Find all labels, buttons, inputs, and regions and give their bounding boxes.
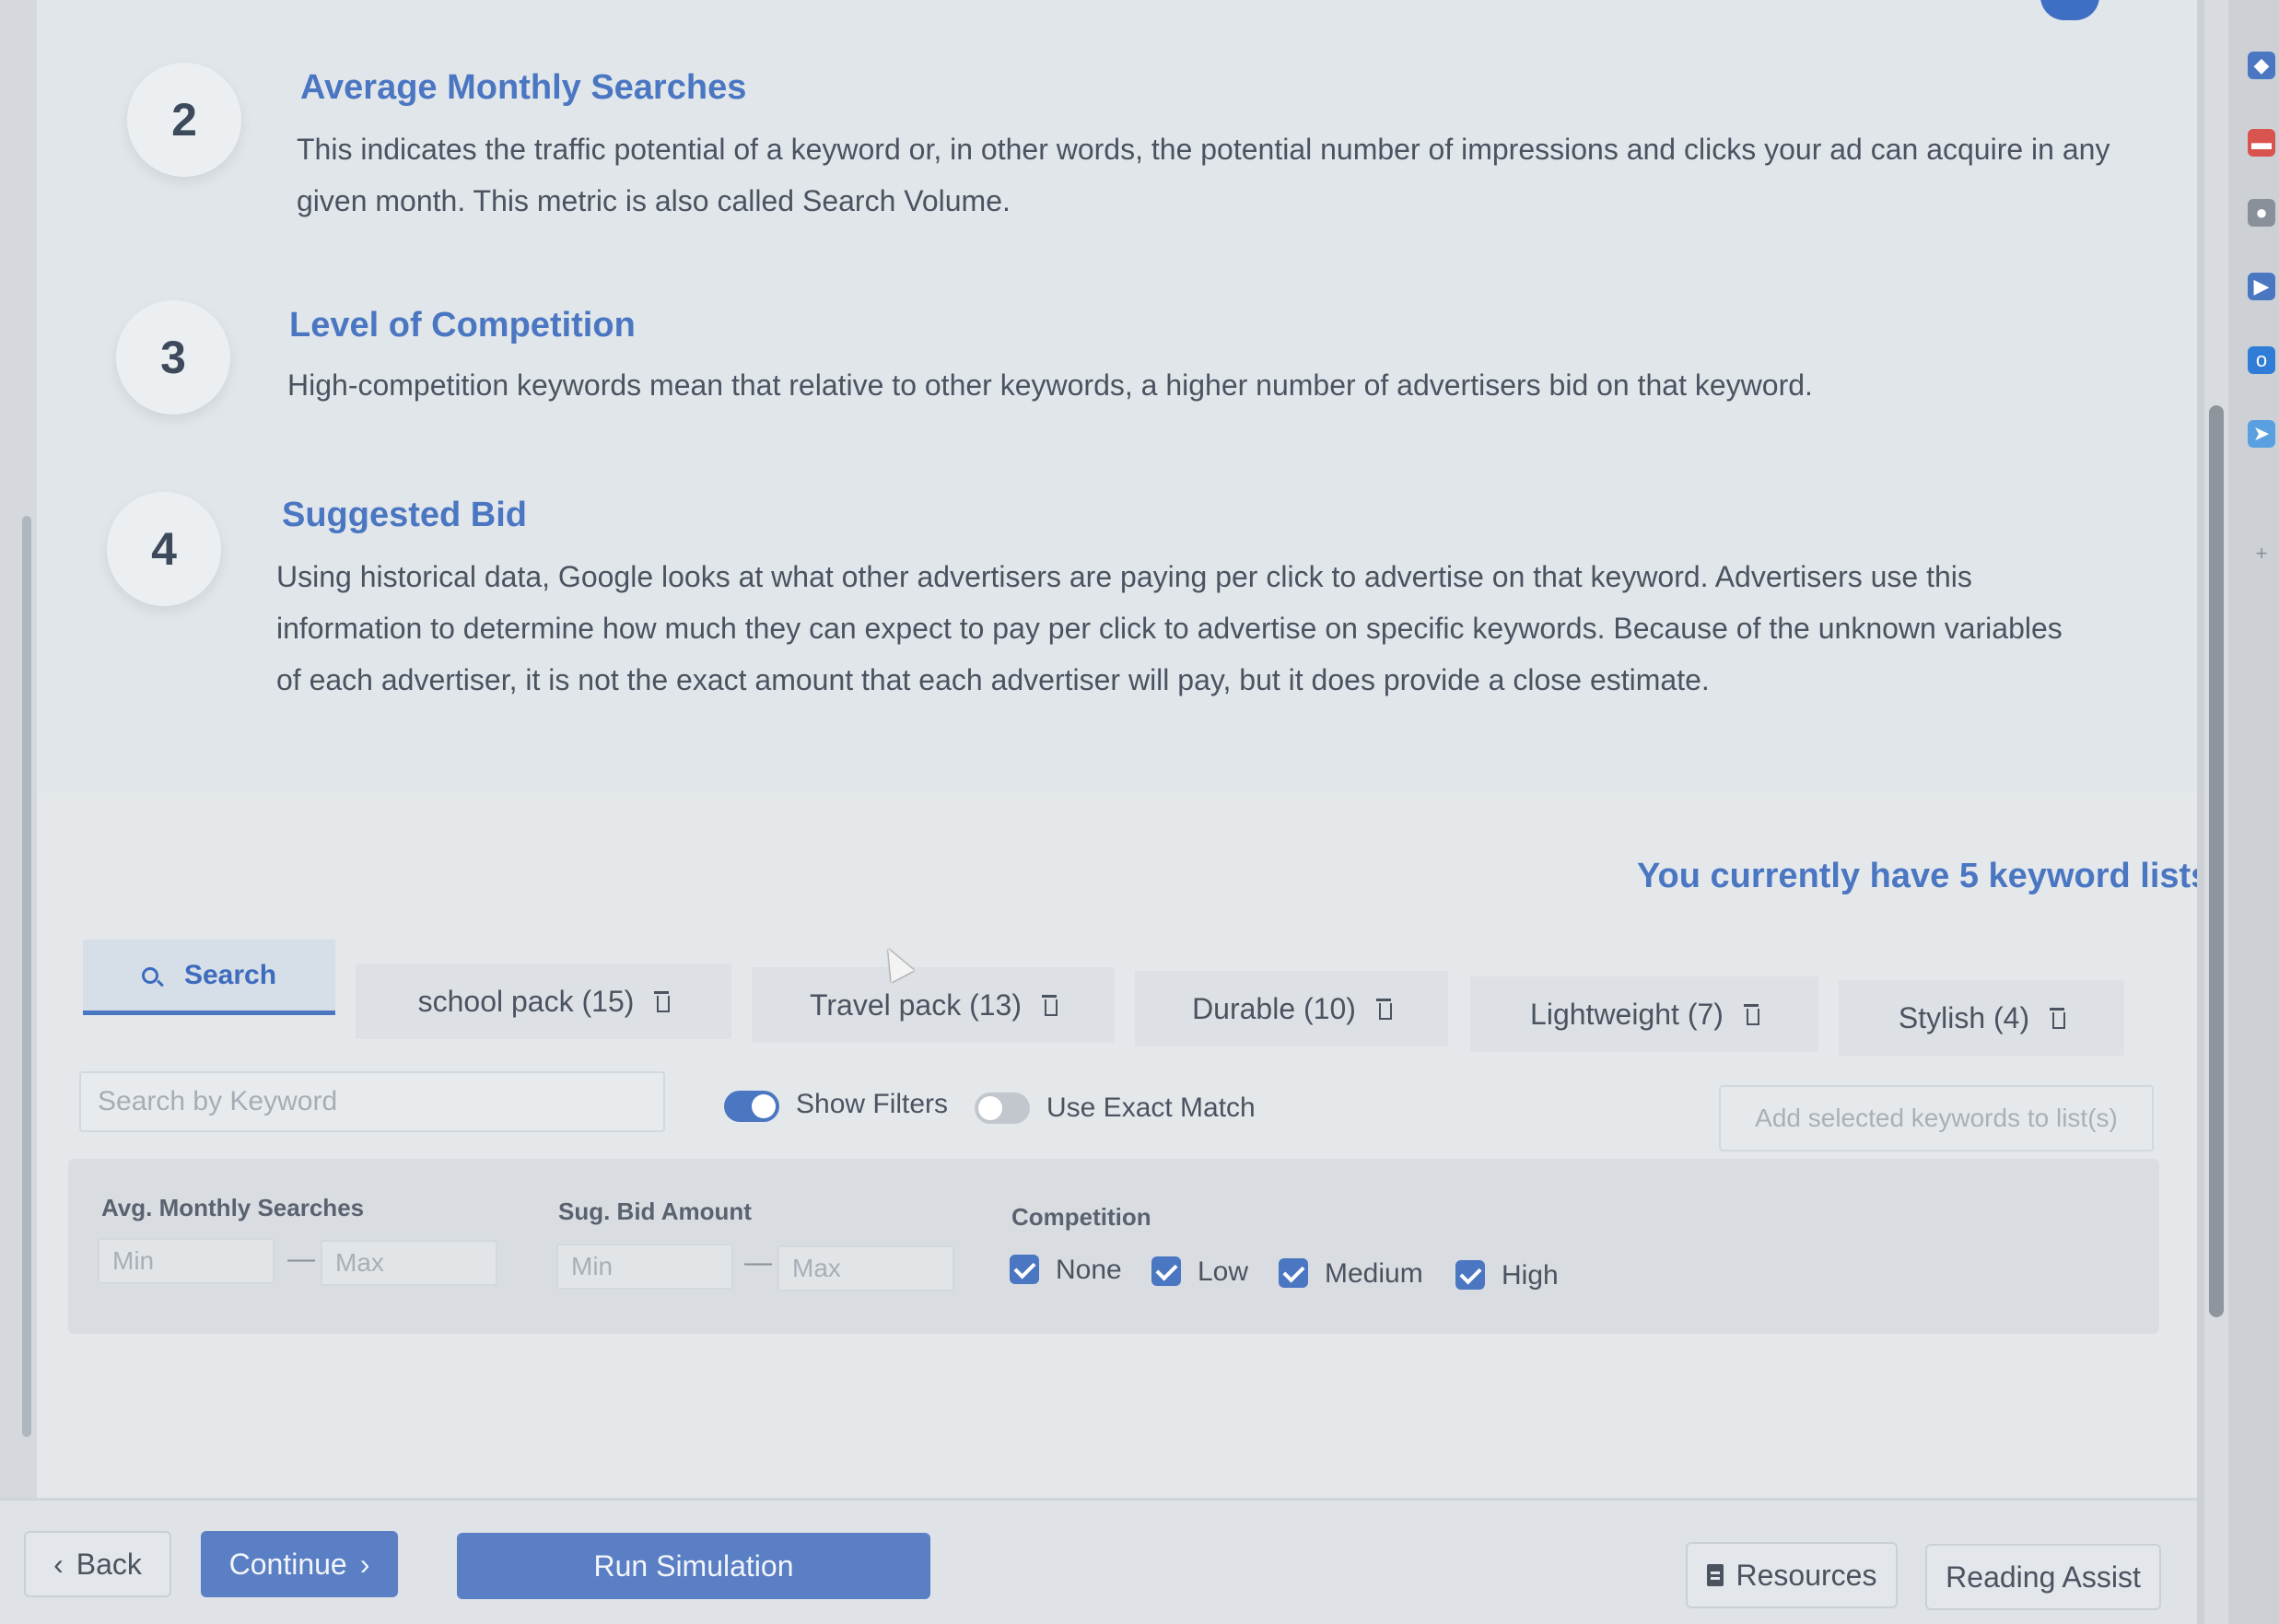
tab-label: Travel pack (13): [810, 987, 1022, 1022]
definition-line: information to determine how much they c…: [276, 612, 2063, 645]
competition-medium-checkbox[interactable]: [1279, 1258, 1308, 1288]
tab-lightweight[interactable]: Lightweight (7): [1470, 976, 1818, 1052]
extension-tag-icon[interactable]: ◆: [2248, 52, 2275, 79]
competition-low-checkbox[interactable]: [1151, 1256, 1181, 1286]
definition-body-suggested-bid: Using historical data, Google looks at w…: [276, 551, 2174, 706]
reading-assist-button[interactable]: Reading Assist: [1925, 1544, 2161, 1610]
extension-briefcase-icon[interactable]: ▬: [2248, 129, 2275, 157]
definition-line: This indicates the traffic potential of …: [297, 133, 2110, 166]
chevron-right-icon: ›: [359, 1547, 370, 1581]
tab-label: Search: [183, 959, 277, 990]
trash-icon[interactable]: [2050, 1008, 2066, 1029]
competition-filter-label: Competition: [1011, 1203, 1151, 1231]
competition-none-checkbox[interactable]: [1010, 1255, 1039, 1284]
extension-add-icon[interactable]: +: [2248, 540, 2275, 567]
competition-none-label: None: [1056, 1255, 1122, 1285]
resources-label: Resources: [1736, 1558, 1877, 1592]
definition-line: Using historical data, Google looks at w…: [276, 560, 1972, 593]
competition-medium-label: Medium: [1325, 1258, 1423, 1289]
run-simulation-label: Run Simulation: [593, 1548, 794, 1583]
keyword-search-input[interactable]: [79, 1071, 665, 1132]
exact-match-label: Use Exact Match: [1046, 1092, 1256, 1123]
run-simulation-button[interactable]: Run Simulation: [457, 1533, 930, 1599]
avg-searches-max-input[interactable]: [321, 1240, 497, 1286]
trash-icon[interactable]: [654, 991, 671, 1012]
step-number-4: 4: [107, 492, 221, 606]
tab-label: Stylish (4): [1898, 1000, 2030, 1034]
sug-bid-min-input[interactable]: [556, 1244, 733, 1290]
toggle-knob: [752, 1094, 776, 1118]
back-button[interactable]: ‹ Back: [24, 1531, 171, 1597]
resources-button[interactable]: Resources: [1686, 1542, 1898, 1608]
toggle-knob: [978, 1096, 1002, 1120]
competition-high-checkbox[interactable]: [1455, 1260, 1485, 1290]
tab-school-pack[interactable]: school pack (15): [356, 964, 731, 1039]
document-icon: [1706, 1564, 1724, 1586]
definition-line: of each advertiser, it is not the exact …: [276, 663, 1710, 696]
add-to-lists-button[interactable]: Add selected keywords to list(s): [1719, 1085, 2154, 1151]
definition-title-competition: Level of Competition: [289, 306, 636, 345]
definition-line: given month. This metric is also called …: [297, 184, 1011, 217]
definition-title-suggested-bid: Suggested Bid: [282, 496, 528, 534]
trash-icon[interactable]: [1743, 1004, 1759, 1025]
left-scrollbar[interactable]: [22, 516, 31, 1437]
extension-outlook-icon[interactable]: o: [2248, 346, 2275, 374]
sug-bid-max-input[interactable]: [777, 1245, 954, 1291]
show-filters-toggle[interactable]: [724, 1091, 779, 1122]
continue-button[interactable]: Continue ›: [201, 1531, 398, 1597]
trash-icon[interactable]: [1375, 999, 1392, 1020]
reading-assist-label: Reading Assist: [1946, 1560, 2141, 1594]
step-number-2: 2: [127, 63, 241, 177]
competition-high-label: High: [1502, 1260, 1559, 1291]
tab-stylish[interactable]: Stylish (4): [1839, 980, 2124, 1056]
tab-label: Lightweight (7): [1530, 997, 1724, 1031]
search-icon: [141, 966, 158, 984]
tab-label: Durable (10): [1192, 991, 1356, 1025]
back-label: Back: [76, 1547, 142, 1581]
trash-icon[interactable]: [1042, 995, 1058, 1016]
avg-searches-min-input[interactable]: [98, 1238, 275, 1284]
page-scrollbar-thumb[interactable]: [2209, 405, 2224, 1317]
range-dash: —: [287, 1244, 315, 1274]
definition-body-avg-searches: This indicates the traffic potential of …: [297, 123, 2176, 227]
extension-arrow-icon[interactable]: ▶: [2248, 273, 2275, 300]
range-dash: —: [744, 1247, 772, 1278]
extension-send-icon[interactable]: ➤: [2248, 420, 2275, 448]
tab-search[interactable]: Search: [83, 940, 335, 1015]
extension-person-icon[interactable]: ●: [2248, 199, 2275, 227]
tab-durable[interactable]: Durable (10): [1135, 971, 1448, 1046]
continue-label: Continue: [228, 1547, 347, 1581]
tab-label: school pack (15): [417, 984, 635, 1018]
exact-match-toggle[interactable]: [975, 1092, 1030, 1124]
step-number-3: 3: [116, 300, 230, 415]
avg-searches-filter-label: Avg. Monthly Searches: [101, 1194, 365, 1221]
show-filters-label: Show Filters: [796, 1089, 949, 1119]
main-panel: [37, 0, 2197, 1624]
definition-body-competition: High-competition keywords mean that rela…: [287, 359, 2167, 411]
tab-travel-pack[interactable]: Travel pack (13): [752, 967, 1115, 1043]
sug-bid-filter-label: Sug. Bid Amount: [558, 1198, 752, 1225]
definition-title-avg-searches: Average Monthly Searches: [300, 68, 747, 107]
keyword-lists-count: You currently have 5 keyword lists: [1637, 857, 2211, 895]
competition-low-label: Low: [1198, 1256, 1249, 1287]
chevron-left-icon: ‹: [53, 1547, 64, 1581]
definition-line: High-competition keywords mean that rela…: [287, 368, 1813, 402]
